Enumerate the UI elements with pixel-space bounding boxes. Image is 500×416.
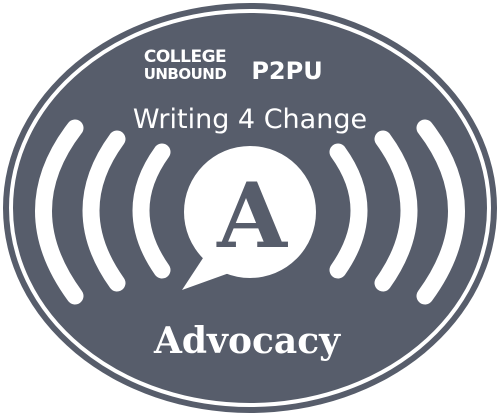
badge: COLLEGE UNBOUND P2PU Writing 4 Change A …: [0, 0, 500, 416]
course-title: Writing 4 Change: [133, 104, 367, 135]
college-logo-line2: UNBOUND: [144, 65, 227, 83]
badge-name: Advocacy: [153, 320, 341, 362]
college-logo-line1: COLLEGE: [144, 47, 226, 67]
center-letter: A: [216, 163, 288, 269]
badge-graphic: COLLEGE UNBOUND P2PU Writing 4 Change A …: [3, 3, 497, 413]
p2pu-logo: P2PU: [251, 57, 322, 85]
